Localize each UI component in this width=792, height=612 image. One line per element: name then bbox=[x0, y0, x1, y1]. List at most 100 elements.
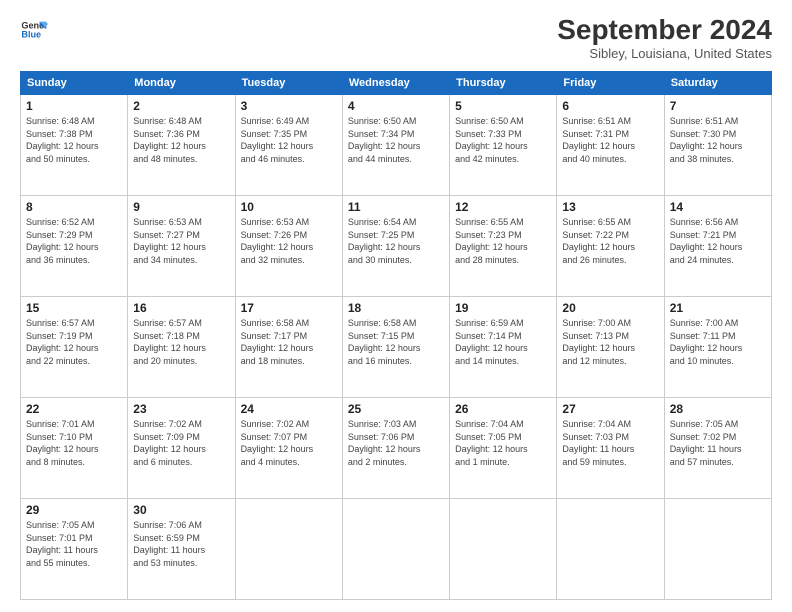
day-number: 16 bbox=[133, 301, 229, 315]
calendar-page: General Blue September 2024 Sibley, Loui… bbox=[0, 0, 792, 612]
day-number: 1 bbox=[26, 99, 122, 113]
header-area: General Blue September 2024 Sibley, Loui… bbox=[20, 16, 772, 61]
day-number: 28 bbox=[670, 402, 766, 416]
day-detail: Sunrise: 6:57 AMSunset: 7:19 PMDaylight:… bbox=[26, 318, 99, 366]
col-saturday: Saturday bbox=[664, 72, 771, 95]
day-number: 21 bbox=[670, 301, 766, 315]
calendar-cell bbox=[450, 499, 557, 600]
day-detail: Sunrise: 6:52 AMSunset: 7:29 PMDaylight:… bbox=[26, 217, 99, 265]
day-detail: Sunrise: 6:48 AMSunset: 7:36 PMDaylight:… bbox=[133, 116, 206, 164]
calendar-cell bbox=[664, 499, 771, 600]
svg-text:Blue: Blue bbox=[21, 30, 41, 40]
calendar-cell: 3 Sunrise: 6:49 AMSunset: 7:35 PMDaylight… bbox=[235, 95, 342, 196]
header-row: Sunday Monday Tuesday Wednesday Thursday… bbox=[21, 72, 772, 95]
day-detail: Sunrise: 6:55 AMSunset: 7:22 PMDaylight:… bbox=[562, 217, 635, 265]
day-detail: Sunrise: 6:51 AMSunset: 7:30 PMDaylight:… bbox=[670, 116, 743, 164]
day-detail: Sunrise: 7:05 AMSunset: 7:02 PMDaylight:… bbox=[670, 419, 742, 467]
day-detail: Sunrise: 6:53 AMSunset: 7:27 PMDaylight:… bbox=[133, 217, 206, 265]
table-row: 22 Sunrise: 7:01 AMSunset: 7:10 PMDayligh… bbox=[21, 398, 772, 499]
calendar-table: Sunday Monday Tuesday Wednesday Thursday… bbox=[20, 71, 772, 600]
calendar-cell: 17Sunrise: 6:58 AMSunset: 7:17 PMDayligh… bbox=[235, 297, 342, 398]
day-number: 29 bbox=[26, 503, 122, 517]
calendar-cell: 5 Sunrise: 6:50 AMSunset: 7:33 PMDaylight… bbox=[450, 95, 557, 196]
calendar-cell: 9 Sunrise: 6:53 AMSunset: 7:27 PMDaylight… bbox=[128, 196, 235, 297]
day-detail: Sunrise: 7:02 AMSunset: 7:09 PMDaylight:… bbox=[133, 419, 206, 467]
col-friday: Friday bbox=[557, 72, 664, 95]
day-detail: Sunrise: 7:03 AMSunset: 7:06 PMDaylight:… bbox=[348, 419, 421, 467]
day-detail: Sunrise: 6:59 AMSunset: 7:14 PMDaylight:… bbox=[455, 318, 528, 366]
day-detail: Sunrise: 6:50 AMSunset: 7:33 PMDaylight:… bbox=[455, 116, 528, 164]
calendar-cell: 18Sunrise: 6:58 AMSunset: 7:15 PMDayligh… bbox=[342, 297, 449, 398]
day-detail: Sunrise: 6:51 AMSunset: 7:31 PMDaylight:… bbox=[562, 116, 635, 164]
day-number: 12 bbox=[455, 200, 551, 214]
day-detail: Sunrise: 6:54 AMSunset: 7:25 PMDaylight:… bbox=[348, 217, 421, 265]
calendar-cell: 25 Sunrise: 7:03 AMSunset: 7:06 PMDayligh… bbox=[342, 398, 449, 499]
day-detail: Sunrise: 6:56 AMSunset: 7:21 PMDaylight:… bbox=[670, 217, 743, 265]
calendar-cell-1: 1 Sunrise: 6:48 AMSunset: 7:38 PMDaylight… bbox=[21, 95, 128, 196]
calendar-cell bbox=[235, 499, 342, 600]
day-detail: Sunrise: 6:55 AMSunset: 7:23 PMDaylight:… bbox=[455, 217, 528, 265]
day-number: 7 bbox=[670, 99, 766, 113]
day-detail: Sunrise: 7:00 AMSunset: 7:11 PMDaylight:… bbox=[670, 318, 743, 366]
day-number: 6 bbox=[562, 99, 658, 113]
day-detail: Sunrise: 7:05 AMSunset: 7:01 PMDaylight:… bbox=[26, 520, 98, 568]
table-row: 15Sunrise: 6:57 AMSunset: 7:19 PMDayligh… bbox=[21, 297, 772, 398]
day-number: 8 bbox=[26, 200, 122, 214]
day-number: 17 bbox=[241, 301, 337, 315]
day-number: 22 bbox=[26, 402, 122, 416]
day-number: 5 bbox=[455, 99, 551, 113]
day-number: 4 bbox=[348, 99, 444, 113]
calendar-cell: 27 Sunrise: 7:04 AMSunset: 7:03 PMDayligh… bbox=[557, 398, 664, 499]
day-detail: Sunrise: 7:06 AMSunset: 6:59 PMDaylight:… bbox=[133, 520, 205, 568]
table-row: 29 Sunrise: 7:05 AMSunset: 7:01 PMDayligh… bbox=[21, 499, 772, 600]
month-title: September 2024 bbox=[557, 16, 772, 44]
day-number: 23 bbox=[133, 402, 229, 416]
day-number: 2 bbox=[133, 99, 229, 113]
calendar-cell: 14 Sunrise: 6:56 AMSunset: 7:21 PMDayligh… bbox=[664, 196, 771, 297]
calendar-cell: 11 Sunrise: 6:54 AMSunset: 7:25 PMDayligh… bbox=[342, 196, 449, 297]
day-number: 18 bbox=[348, 301, 444, 315]
calendar-cell: 24Sunrise: 7:02 AMSunset: 7:07 PMDayligh… bbox=[235, 398, 342, 499]
day-detail: Sunrise: 6:50 AMSunset: 7:34 PMDaylight:… bbox=[348, 116, 421, 164]
calendar-cell: 6 Sunrise: 6:51 AMSunset: 7:31 PMDaylight… bbox=[557, 95, 664, 196]
day-detail: Sunrise: 6:49 AMSunset: 7:35 PMDaylight:… bbox=[241, 116, 314, 164]
col-thursday: Thursday bbox=[450, 72, 557, 95]
title-area: September 2024 Sibley, Louisiana, United… bbox=[557, 16, 772, 61]
calendar-cell: 13 Sunrise: 6:55 AMSunset: 7:22 PMDayligh… bbox=[557, 196, 664, 297]
col-monday: Monday bbox=[128, 72, 235, 95]
calendar-cell: 16Sunrise: 6:57 AMSunset: 7:18 PMDayligh… bbox=[128, 297, 235, 398]
day-detail: Sunrise: 7:01 AMSunset: 7:10 PMDaylight:… bbox=[26, 419, 99, 467]
day-number: 26 bbox=[455, 402, 551, 416]
table-row: 1 Sunrise: 6:48 AMSunset: 7:38 PMDaylight… bbox=[21, 95, 772, 196]
calendar-cell: 26 Sunrise: 7:04 AMSunset: 7:05 PMDayligh… bbox=[450, 398, 557, 499]
day-number: 20 bbox=[562, 301, 658, 315]
calendar-cell: 22 Sunrise: 7:01 AMSunset: 7:10 PMDayligh… bbox=[21, 398, 128, 499]
location-title: Sibley, Louisiana, United States bbox=[557, 46, 772, 61]
calendar-cell: 21 Sunrise: 7:00 AMSunset: 7:11 PMDayligh… bbox=[664, 297, 771, 398]
table-row: 8 Sunrise: 6:52 AMSunset: 7:29 PMDaylight… bbox=[21, 196, 772, 297]
day-number: 11 bbox=[348, 200, 444, 214]
day-number: 27 bbox=[562, 402, 658, 416]
day-number: 13 bbox=[562, 200, 658, 214]
day-number: 9 bbox=[133, 200, 229, 214]
calendar-cell: 19Sunrise: 6:59 AMSunset: 7:14 PMDayligh… bbox=[450, 297, 557, 398]
calendar-cell: 8 Sunrise: 6:52 AMSunset: 7:29 PMDaylight… bbox=[21, 196, 128, 297]
day-number: 25 bbox=[348, 402, 444, 416]
calendar-cell: 7 Sunrise: 6:51 AMSunset: 7:30 PMDaylight… bbox=[664, 95, 771, 196]
col-wednesday: Wednesday bbox=[342, 72, 449, 95]
day-number: 3 bbox=[241, 99, 337, 113]
logo-icon: General Blue bbox=[20, 16, 48, 44]
calendar-cell: 28 Sunrise: 7:05 AMSunset: 7:02 PMDayligh… bbox=[664, 398, 771, 499]
col-sunday: Sunday bbox=[21, 72, 128, 95]
day-number: 24 bbox=[241, 402, 337, 416]
day-detail: Sunrise: 7:00 AMSunset: 7:13 PMDaylight:… bbox=[562, 318, 635, 366]
logo: General Blue bbox=[20, 16, 48, 44]
calendar-cell: 30Sunrise: 7:06 AMSunset: 6:59 PMDayligh… bbox=[128, 499, 235, 600]
calendar-cell: 20 Sunrise: 7:00 AMSunset: 7:13 PMDayligh… bbox=[557, 297, 664, 398]
day-detail: Sunrise: 6:48 AMSunset: 7:38 PMDaylight:… bbox=[26, 116, 99, 164]
day-detail: Sunrise: 7:04 AMSunset: 7:05 PMDaylight:… bbox=[455, 419, 528, 467]
calendar-cell: 29 Sunrise: 7:05 AMSunset: 7:01 PMDayligh… bbox=[21, 499, 128, 600]
day-detail: Sunrise: 7:04 AMSunset: 7:03 PMDaylight:… bbox=[562, 419, 634, 467]
day-number: 10 bbox=[241, 200, 337, 214]
day-number: 14 bbox=[670, 200, 766, 214]
